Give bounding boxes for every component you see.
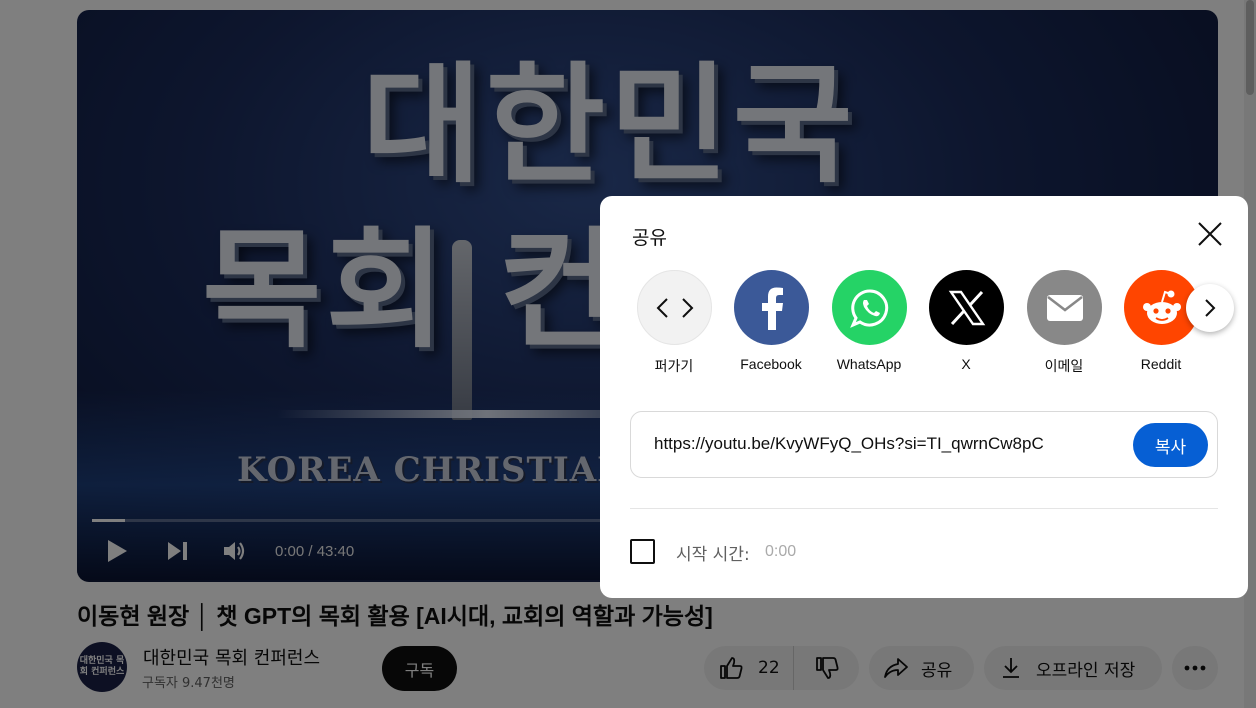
- share-target-embed[interactable]: 퍼가기: [636, 270, 712, 380]
- whatsapp-icon: [832, 270, 907, 345]
- start-time-checkbox[interactable]: [630, 539, 655, 564]
- share-url-box: https://youtu.be/KvyWFyQ_OHs?si=TI_qwrnC…: [630, 411, 1218, 478]
- share-target-label: 이메일: [1044, 358, 1084, 374]
- share-target-label: X: [961, 356, 971, 372]
- divider: [630, 508, 1218, 509]
- share-url-field[interactable]: https://youtu.be/KvyWFyQ_OHs?si=TI_qwrnC…: [654, 434, 1054, 454]
- dialog-title: 공유: [632, 227, 667, 249]
- share-target-label: Facebook: [740, 356, 802, 372]
- share-target-label: WhatsApp: [836, 356, 902, 372]
- share-target-email[interactable]: 이메일: [1026, 270, 1102, 380]
- share-dialog: 공유 퍼가기 Facebook WhatsApp X 이메일 Reddit ht…: [600, 196, 1248, 598]
- share-target-label: Reddit: [1140, 356, 1182, 372]
- share-target-whatsapp[interactable]: WhatsApp: [831, 270, 907, 380]
- chevron-right-icon: [1205, 299, 1216, 317]
- share-targets-next-button[interactable]: [1186, 284, 1234, 332]
- share-target-label: 퍼가기: [654, 358, 694, 374]
- share-target-x[interactable]: X: [928, 270, 1004, 380]
- x-icon: [929, 270, 1004, 345]
- email-icon: [1027, 270, 1102, 345]
- start-time-input[interactable]: 0:00: [765, 543, 796, 561]
- start-time-label: 시작 시간:: [676, 545, 750, 565]
- copy-button[interactable]: 복사: [1133, 423, 1208, 467]
- facebook-icon: [734, 270, 809, 345]
- close-button[interactable]: [1194, 218, 1226, 250]
- share-target-facebook[interactable]: Facebook: [733, 270, 809, 380]
- share-target-reddit[interactable]: Reddit: [1123, 270, 1199, 380]
- embed-icon: [637, 270, 712, 345]
- close-icon: [1198, 222, 1222, 246]
